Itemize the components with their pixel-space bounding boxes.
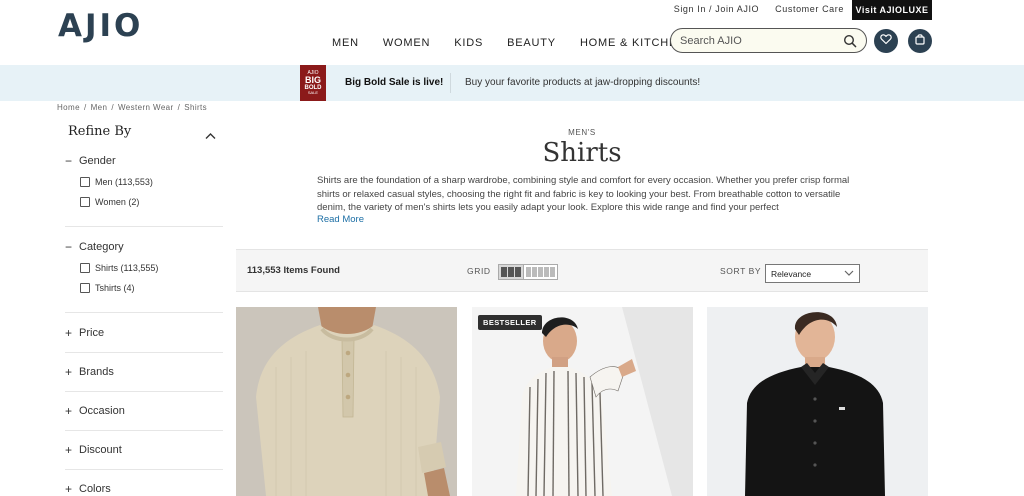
breadcrumb-western-wear[interactable]: Western Wear [118, 103, 174, 112]
product-card[interactable] [707, 307, 928, 496]
nav-beauty[interactable]: BEAUTY [507, 37, 556, 49]
promo-text: Buy your favorite products at jaw-droppi… [465, 77, 701, 88]
filter-price-label: Price [79, 327, 105, 339]
promo-divider [450, 73, 451, 93]
filter-discount-label: Discount [79, 444, 122, 456]
checkbox[interactable] [80, 197, 90, 207]
filter-option-women[interactable]: Women (2) [80, 197, 139, 207]
bestseller-badge: BESTSELLER [478, 315, 542, 330]
sort-by-value: Relevance [771, 268, 812, 279]
expand-icon: + [65, 482, 73, 496]
breadcrumb-shirts: Shirts [184, 103, 208, 112]
filter-divider [65, 391, 223, 392]
filter-colors-label: Colors [79, 483, 111, 495]
sale-logo-text: BIG [304, 75, 321, 85]
breadcrumb: Home / Men / Western Wear / Shirts [57, 103, 207, 112]
checkbox[interactable] [80, 177, 90, 187]
ajioluxe-button[interactable]: Visit AJIOLUXE [852, 0, 932, 20]
filter-discount[interactable]: + Discount [65, 443, 122, 457]
cart-button[interactable] [908, 29, 932, 53]
sort-by-label: SORT BY [720, 266, 762, 276]
grid-5-column-icon[interactable] [524, 265, 557, 279]
breadcrumb-separator: / [177, 103, 181, 112]
sort-by-select[interactable]: Relevance [765, 264, 860, 283]
search-box [670, 28, 867, 53]
heart-icon [880, 32, 892, 50]
main-nav: MEN WOMEN KIDS BEAUTY HOME & KITCHEN [332, 37, 710, 49]
search-icon[interactable] [843, 34, 857, 53]
breadcrumb-home[interactable]: Home [57, 103, 80, 112]
filter-brands[interactable]: + Brands [65, 365, 114, 379]
read-more-link[interactable]: Read More [317, 214, 364, 225]
filter-option-label: Women (2) [95, 197, 140, 207]
grid-3-column-icon[interactable] [499, 265, 524, 279]
filter-divider [65, 469, 223, 470]
filter-option-shirts[interactable]: Shirts (113,555) [80, 263, 158, 273]
checkbox[interactable] [80, 283, 90, 293]
page-title: Shirts [542, 138, 622, 168]
filter-divider [65, 226, 223, 227]
filter-divider [65, 352, 223, 353]
filter-occasion-label: Occasion [79, 405, 125, 417]
customer-care-link[interactable]: Customer Care [775, 4, 844, 14]
product-card[interactable]: BESTSELLER [472, 307, 693, 496]
page-kicker: MEN'S [568, 128, 596, 137]
expand-icon: + [65, 326, 73, 340]
filter-price[interactable]: + Price [65, 326, 104, 340]
filter-option-label: Shirts (113,555) [95, 263, 159, 273]
filter-category[interactable]: − Category [65, 240, 124, 254]
filter-brands-label: Brands [79, 366, 114, 378]
breadcrumb-men[interactable]: Men [91, 103, 108, 112]
filter-option-label: Men (113,553) [95, 177, 153, 187]
ajio-logo[interactable]: AJIO [58, 8, 143, 44]
grid-toggle [498, 264, 558, 280]
filter-option-tshirts[interactable]: Tshirts (4) [80, 283, 135, 293]
breadcrumb-separator: / [83, 103, 87, 112]
filter-option-label: Tshirts (4) [95, 283, 135, 293]
nav-men[interactable]: MEN [332, 37, 359, 49]
expand-icon: + [65, 443, 73, 457]
product-image[interactable] [472, 307, 693, 496]
category-description: Shirts are the foundation of a sharp war… [317, 175, 850, 213]
signin-link[interactable]: Sign In / Join AJIO [674, 4, 759, 14]
wishlist-button[interactable] [874, 29, 898, 53]
sale-logo-text: SALE [307, 90, 319, 95]
items-found-count: 113,553 Items Found [247, 265, 340, 276]
breadcrumb-separator: / [111, 103, 114, 112]
nav-kids[interactable]: KIDS [454, 37, 483, 49]
chevron-down-icon [844, 269, 854, 279]
checkbox[interactable] [80, 263, 90, 273]
filter-category-label: Category [79, 241, 124, 253]
filter-colors[interactable]: + Colors [65, 482, 111, 496]
promo-banner[interactable]: AJIO BIG BOLD SALE Big Bold Sale is live… [0, 65, 1024, 101]
grid-label: GRID [467, 266, 491, 276]
filter-divider [65, 430, 223, 431]
big-bold-sale-logo: AJIO BIG BOLD SALE [300, 65, 326, 101]
product-card[interactable] [236, 307, 457, 496]
filter-occasion[interactable]: + Occasion [65, 404, 125, 418]
filter-divider [65, 312, 223, 313]
promo-title: Big Bold Sale is live! [345, 77, 444, 88]
nav-women[interactable]: WOMEN [383, 37, 430, 49]
collapse-icon: − [65, 240, 73, 254]
search-input[interactable] [680, 34, 830, 47]
top-utility-bar: Sign In / Join AJIO Customer Care [674, 0, 844, 18]
bag-icon [914, 32, 926, 50]
product-image[interactable] [707, 307, 928, 496]
filter-option-men[interactable]: Men (113,553) [80, 177, 153, 187]
expand-icon: + [65, 404, 73, 418]
product-image[interactable] [236, 307, 457, 496]
expand-icon: + [65, 365, 73, 379]
